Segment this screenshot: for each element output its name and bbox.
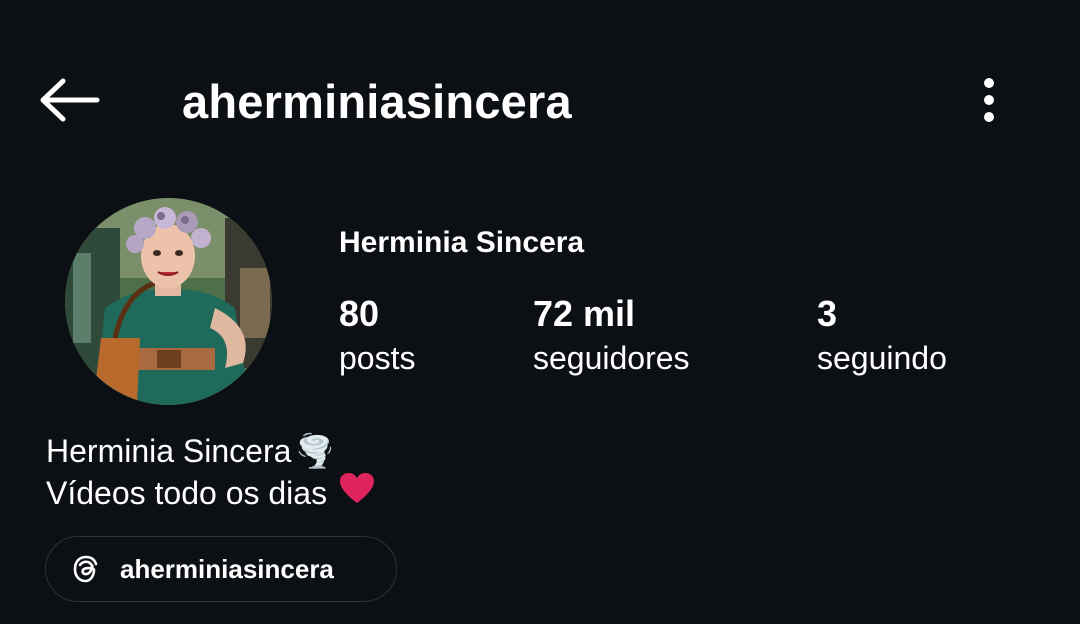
avatar-photo — [65, 198, 272, 405]
back-button[interactable] — [30, 72, 106, 128]
stat-followers[interactable]: 72 mil seguidores — [533, 292, 690, 378]
threads-profile-link[interactable]: aherminiasincera — [45, 536, 397, 602]
stat-following[interactable]: 3 seguindo — [817, 292, 947, 378]
stat-following-value: 3 — [817, 293, 838, 334]
stat-posts-label: posts — [339, 340, 416, 376]
profile-bio: Herminia Sincera 🌪️ Vídeos todo os dias — [46, 430, 375, 514]
bio-line-1-text: Herminia Sincera — [46, 433, 292, 469]
top-bar: aherminiasincera — [0, 0, 1080, 200]
stat-following-label: seguindo — [817, 340, 947, 376]
bio-line-2: Vídeos todo os dias — [46, 472, 375, 514]
profile-avatar[interactable] — [65, 198, 272, 405]
stat-followers-value: 72 mil — [533, 293, 636, 334]
stat-followers-label: seguidores — [533, 340, 690, 376]
heart-emoji-icon — [339, 472, 375, 514]
profile-display-name: Herminia Sincera — [339, 226, 585, 259]
threads-icon — [73, 555, 98, 583]
profile-username-title: aherminiasincera — [182, 75, 572, 128]
tornado-emoji-icon: 🌪️ — [295, 433, 336, 469]
bio-line-1: Herminia Sincera 🌪️ — [46, 430, 375, 472]
more-vertical-icon — [984, 78, 994, 122]
threads-link-label: aherminiasincera — [120, 553, 334, 584]
stat-posts-value: 80 — [339, 293, 380, 334]
bio-line-2-text: Vídeos todo os dias — [46, 475, 328, 511]
stat-posts[interactable]: 80 posts — [339, 292, 415, 378]
more-options-button[interactable] — [966, 72, 1012, 128]
arrow-left-icon — [40, 78, 100, 122]
